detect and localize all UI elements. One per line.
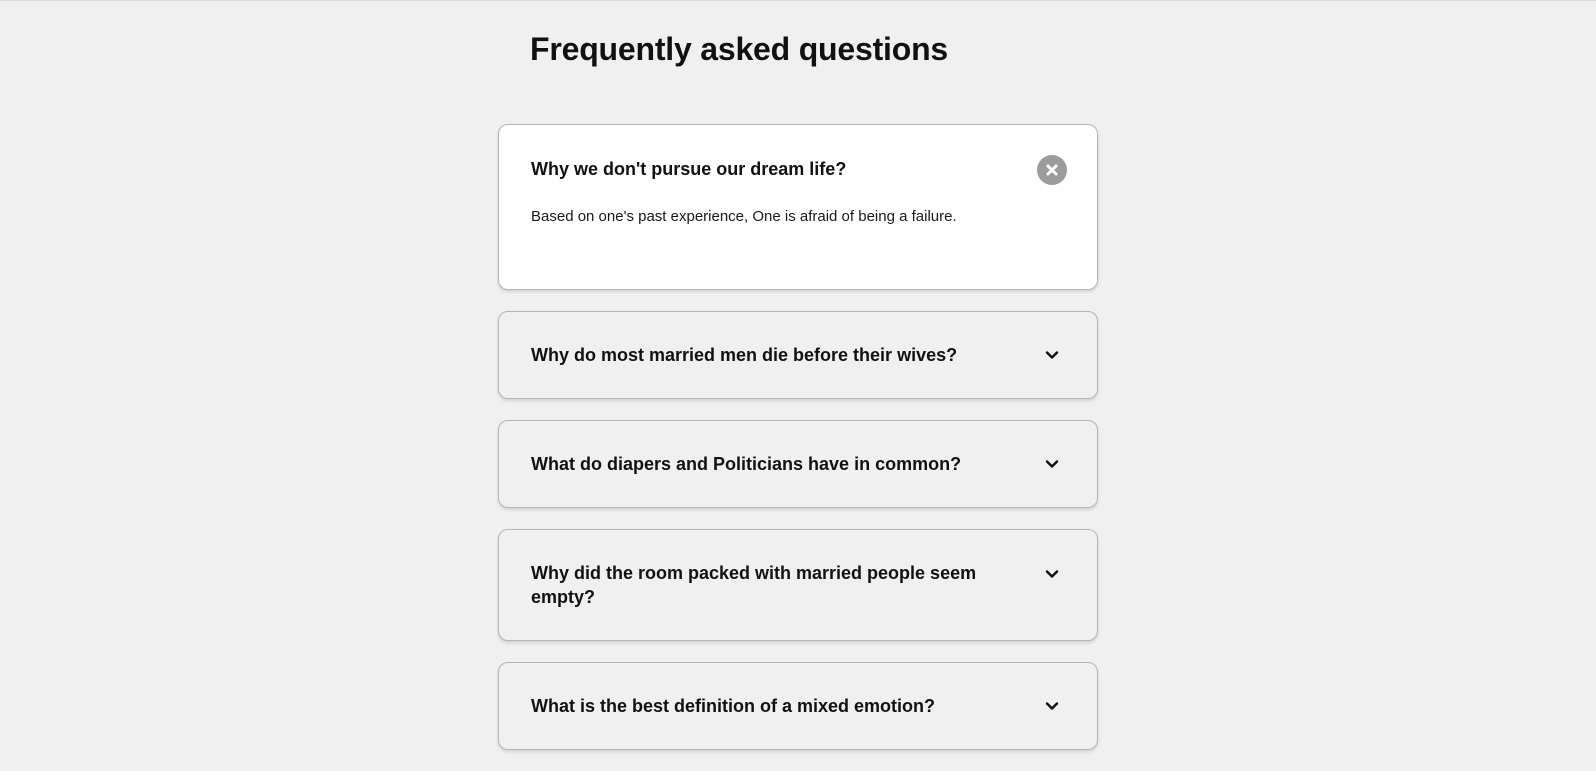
chevron-down-icon (1045, 570, 1059, 578)
chevron-down-icon (1045, 460, 1059, 468)
faq-item[interactable]: What is the best definition of a mixed e… (498, 662, 1098, 750)
expand-button[interactable] (1037, 559, 1067, 589)
collapse-button[interactable] (1037, 155, 1067, 185)
chevron-down-icon (1045, 702, 1059, 710)
faq-answer: Based on one's past experience, One is a… (531, 208, 957, 225)
page-title: Frequently asked questions (530, 31, 949, 67)
expand-button[interactable] (1037, 340, 1067, 370)
close-icon (1046, 164, 1058, 176)
faq-question[interactable]: Why do most married men die before their… (531, 343, 987, 367)
faq-question[interactable]: Why did the room packed with married peo… (531, 561, 987, 609)
faq-item[interactable]: Why did the room packed with married peo… (498, 529, 1098, 641)
faq-item[interactable]: What do diapers and Politicians have in … (498, 420, 1098, 508)
faq-item[interactable]: Why do most married men die before their… (498, 311, 1098, 399)
faq-question[interactable]: What is the best definition of a mixed e… (531, 694, 987, 718)
expand-button[interactable] (1037, 449, 1067, 479)
faq-item[interactable]: Why we don't pursue our dream life? Base… (498, 124, 1098, 290)
faq-question[interactable]: What do diapers and Politicians have in … (531, 452, 987, 476)
expand-button[interactable] (1037, 691, 1067, 721)
faq-list: Why we don't pursue our dream life? Base… (498, 124, 1098, 771)
chevron-down-icon (1045, 351, 1059, 359)
faq-question[interactable]: Why we don't pursue our dream life? (531, 157, 987, 181)
